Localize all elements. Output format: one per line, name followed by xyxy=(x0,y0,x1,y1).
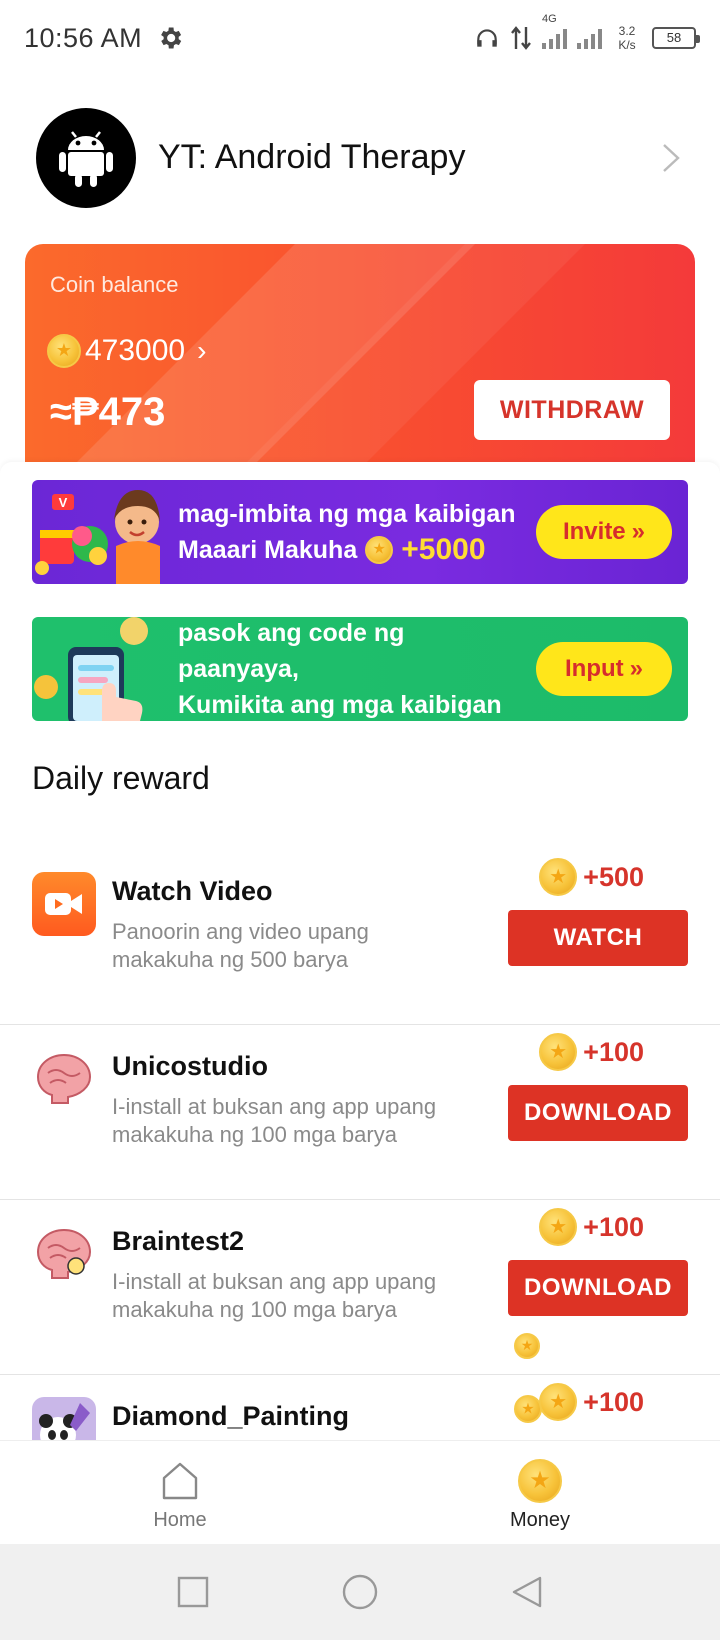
input-code-illustration xyxy=(32,617,172,721)
status-time: 10:56 AM xyxy=(24,22,143,53)
profile-name: YT: Android Therapy xyxy=(158,138,466,176)
network-type: 4G xyxy=(542,13,557,25)
home-icon xyxy=(162,1462,198,1500)
input-button[interactable]: Input » xyxy=(536,642,672,696)
avatar xyxy=(36,107,136,208)
bottom-nav: Home Money xyxy=(0,1440,720,1544)
coin-balance[interactable]: 473000 › xyxy=(47,334,206,368)
download-button[interactable]: DOWNLOAD xyxy=(508,1085,688,1141)
withdraw-button[interactable]: WITHDRAW xyxy=(474,380,670,440)
signal-bars-icon xyxy=(542,27,567,49)
task-reward: +100 xyxy=(539,1033,644,1071)
task-description: Panoorin ang video upang makakuha ng 500… xyxy=(112,919,369,972)
invite-button-label: Invite xyxy=(562,518,626,545)
invite-button[interactable]: Invite » xyxy=(536,505,672,559)
coin-icon xyxy=(539,1033,578,1071)
task-reward-value: +100 xyxy=(583,1036,644,1067)
input-line2: Kumikita ang mga kaibigan xyxy=(178,691,502,719)
task-title: Unicostudio xyxy=(112,1051,268,1081)
task-description: I-install at buksan ang app upang makaku… xyxy=(112,1094,437,1147)
task-reward-value: +100 xyxy=(583,1386,644,1417)
coin-icon xyxy=(539,1383,578,1421)
invite-banner[interactable]: V mag-imbita ng mga kaibigan Maaari Maku… xyxy=(32,480,688,584)
input-code-banner-text: pasok ang code ng paanyaya, Kumikita ang… xyxy=(178,617,528,721)
signal-bars-icon xyxy=(577,27,602,49)
peso-value: ≈₱473 xyxy=(50,390,166,434)
input-code-banner[interactable]: pasok ang code ng paanyaya, Kumikita ang… xyxy=(32,617,688,721)
brain-app-icon xyxy=(32,1222,96,1286)
list-item: Unicostudio I-install at buksan ang app … xyxy=(0,1025,720,1200)
android-icon xyxy=(59,130,113,187)
recent-apps-icon[interactable] xyxy=(176,1575,210,1609)
profile-row[interactable]: YT: Android Therapy xyxy=(0,100,720,215)
video-play-icon xyxy=(32,872,96,936)
input-button-label: Input xyxy=(565,655,624,682)
input-line1: pasok ang code ng paanyaya, xyxy=(178,619,405,683)
double-chevron-right-icon: » xyxy=(631,518,646,545)
double-chevron-right-icon: » xyxy=(629,655,643,682)
back-icon[interactable] xyxy=(510,1574,544,1610)
battery-icon: 58 xyxy=(652,27,700,49)
task-title: Watch Video xyxy=(112,876,273,906)
invite-banner-text: mag-imbita ng mga kaibigan Maaari Makuha… xyxy=(178,496,528,568)
brain-app-icon xyxy=(32,1047,96,1111)
home-button-icon[interactable] xyxy=(341,1573,379,1611)
coin-icon xyxy=(514,1395,542,1423)
task-reward: +100 xyxy=(539,1208,644,1246)
coin-icon xyxy=(514,1333,540,1359)
task-reward-value: +100 xyxy=(583,1211,644,1242)
coin-icon xyxy=(365,536,394,564)
invite-bonus: +5000 xyxy=(401,533,486,566)
section-title-daily-reward: Daily reward xyxy=(32,760,210,796)
data-transfer-icon xyxy=(511,26,531,50)
list-item: Watch Video Panoorin ang video upang mak… xyxy=(0,850,720,1025)
signal-1: 4G xyxy=(542,13,567,49)
status-bar: 10:56 AM 4G 3.2 K/s 58 xyxy=(0,0,720,76)
invite-line2-prefix: Maaari Makuha xyxy=(178,536,358,564)
download-button[interactable]: DOWNLOAD xyxy=(508,1260,688,1316)
chevron-right-icon xyxy=(663,143,680,172)
task-reward: +500 xyxy=(539,858,644,896)
task-reward-value: +500 xyxy=(583,861,644,892)
coin-icon xyxy=(539,858,578,896)
speed-unit: K/s xyxy=(618,38,636,52)
coin-icon xyxy=(539,1208,578,1246)
task-title: Braintest2 xyxy=(112,1226,245,1256)
coin-icon xyxy=(47,334,81,368)
watch-button[interactable]: WATCH xyxy=(508,910,688,966)
network-speed: 3.2 K/s xyxy=(612,24,642,52)
nav-money[interactable]: Money xyxy=(470,1457,610,1532)
invite-line2: Maaari Makuha +5000 xyxy=(178,532,528,568)
coin-balance-label: Coin balance xyxy=(50,272,179,297)
list-item: Braintest2 I-install at buksan ang app u… xyxy=(0,1200,720,1375)
coin-balance-card: Coin balance 473000 › ≈₱473 WITHDRAW xyxy=(25,244,695,464)
chevron-right-icon: › xyxy=(197,335,207,366)
task-description: I-install at buksan ang app upang makaku… xyxy=(112,1269,437,1322)
coin-icon xyxy=(518,1459,562,1503)
nav-home[interactable]: Home xyxy=(110,1457,250,1532)
task-reward: +100 xyxy=(539,1383,644,1421)
gear-icon xyxy=(161,27,182,49)
coin-balance-value: 473000 xyxy=(85,334,186,367)
task-title: Diamond_Painting xyxy=(112,1401,350,1431)
nav-money-label: Money xyxy=(509,1509,571,1531)
speed-value: 3.2 xyxy=(618,24,636,38)
headphones-icon xyxy=(477,29,497,47)
invite-line1: mag-imbita ng mga kaibigan xyxy=(178,500,516,528)
nav-home-label: Home xyxy=(153,1509,207,1531)
svg-text:V: V xyxy=(59,495,68,510)
invite-illustration: V xyxy=(32,480,172,584)
system-nav-bar xyxy=(0,1544,720,1640)
